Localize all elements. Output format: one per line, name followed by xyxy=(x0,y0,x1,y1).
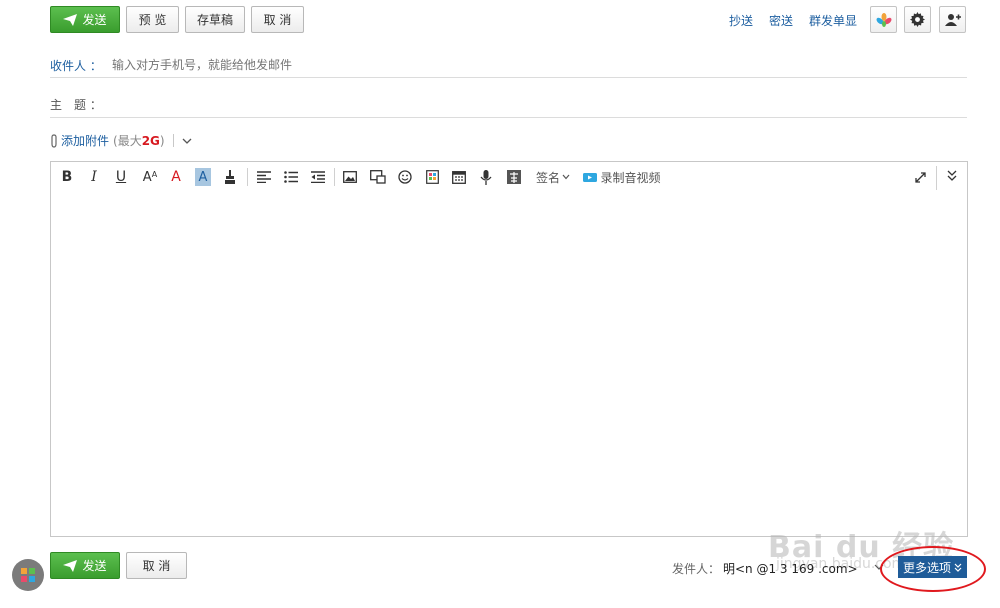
background-color-icon[interactable]: A xyxy=(195,168,211,186)
subject-label: 主 题 ： xyxy=(50,98,102,112)
add-user-icon xyxy=(944,13,961,26)
chevron-down-icon[interactable] xyxy=(182,137,192,145)
bold-icon[interactable]: B xyxy=(60,168,74,186)
cancel-label: 取 消 xyxy=(142,559,171,573)
editor-body[interactable] xyxy=(51,194,967,534)
double-chevron-down-icon[interactable] xyxy=(944,167,960,185)
save-draft-button[interactable]: 存草稿 xyxy=(185,6,245,33)
italic-icon[interactable]: I xyxy=(87,168,101,186)
outdent-icon[interactable] xyxy=(310,168,326,186)
recipient-label: 收件人 ： xyxy=(50,59,102,73)
chevron-down-icon[interactable] xyxy=(874,564,884,571)
paper-plane-icon xyxy=(63,559,78,572)
emoji-icon[interactable] xyxy=(397,168,413,186)
subject-divider xyxy=(50,117,967,118)
cc-link[interactable]: 抄送 xyxy=(729,12,753,29)
preview-button[interactable]: 预 览 xyxy=(126,6,179,33)
attachment-max-prefix: (最大 xyxy=(113,134,142,148)
bullet-list-icon[interactable] xyxy=(283,168,299,186)
apps-grid-icon xyxy=(21,568,35,582)
translate-icon[interactable] xyxy=(506,168,522,186)
underline-icon[interactable]: U xyxy=(114,168,128,186)
toolbar-separator xyxy=(334,168,335,186)
group-send-link[interactable]: 群发单显 xyxy=(809,12,857,29)
recipient-input[interactable] xyxy=(112,55,712,75)
colorful-template-icon[interactable] xyxy=(424,168,440,186)
image-icon[interactable] xyxy=(342,168,358,186)
more-options-button[interactable]: 更多选项 xyxy=(898,556,967,578)
video-camera-icon xyxy=(583,172,598,182)
petal-icon xyxy=(876,12,891,27)
calendar-icon[interactable] xyxy=(451,168,467,186)
send-button-bottom[interactable]: 发送 xyxy=(50,552,120,579)
cancel-label: 取 消 xyxy=(263,13,292,27)
paper-plane-icon xyxy=(63,13,78,26)
attachment-separator xyxy=(172,134,174,147)
more-options-label: 更多选项 xyxy=(902,560,951,575)
gear-icon xyxy=(910,12,925,27)
send-label: 发送 xyxy=(82,559,107,573)
toolbar-separator xyxy=(936,166,937,190)
preview-label: 预 览 xyxy=(138,13,167,27)
double-chevron-down-icon xyxy=(954,563,962,572)
editor-toolbar: B I U AA A A 签名 录制音视频 xyxy=(51,162,967,192)
add-contact-button[interactable] xyxy=(939,6,966,33)
microphone-icon[interactable] xyxy=(478,168,494,186)
send-label: 发送 xyxy=(82,13,107,27)
stationery-button[interactable] xyxy=(870,6,897,33)
recipient-divider xyxy=(50,77,967,78)
attachment-max-suffix: ) xyxy=(159,133,165,148)
chevron-down-icon xyxy=(562,174,570,180)
font-size-icon[interactable]: AA xyxy=(141,168,159,186)
subject-input[interactable] xyxy=(112,94,952,114)
screenshot-icon[interactable] xyxy=(369,168,387,186)
align-left-icon[interactable] xyxy=(256,168,272,186)
record-label: 录制音视频 xyxy=(600,170,661,185)
expand-icon[interactable] xyxy=(912,168,928,186)
message-editor[interactable]: B I U AA A A 签名 录制音视频 xyxy=(50,161,968,537)
send-button-top[interactable]: 发送 xyxy=(50,6,120,33)
cancel-button-top[interactable]: 取 消 xyxy=(251,6,304,33)
bcc-link[interactable]: 密送 xyxy=(769,12,793,29)
record-video-button[interactable]: 录制音视频 xyxy=(582,168,662,186)
format-brush-icon[interactable] xyxy=(222,168,238,186)
attachment-row: 添加附件 (最大 2G ) xyxy=(50,132,192,149)
add-attachment-link[interactable]: 添加附件 xyxy=(61,132,109,149)
cancel-button-bottom[interactable]: 取 消 xyxy=(126,552,187,579)
font-color-icon[interactable]: A xyxy=(168,168,184,186)
sender-label: 发件人： xyxy=(672,562,721,576)
signature-label: 签名 xyxy=(535,170,560,185)
paperclip-icon xyxy=(51,133,57,148)
attachment-max-value: 2G xyxy=(141,133,160,148)
sender-select[interactable]: 明<n @1 3 169 .com> xyxy=(723,560,873,577)
toolbar-separator xyxy=(247,168,248,186)
save-draft-label: 存草稿 xyxy=(196,13,233,27)
signature-dropdown[interactable]: 签名 xyxy=(535,168,571,186)
settings-button[interactable] xyxy=(904,6,931,33)
apps-grid-button[interactable] xyxy=(12,559,44,591)
